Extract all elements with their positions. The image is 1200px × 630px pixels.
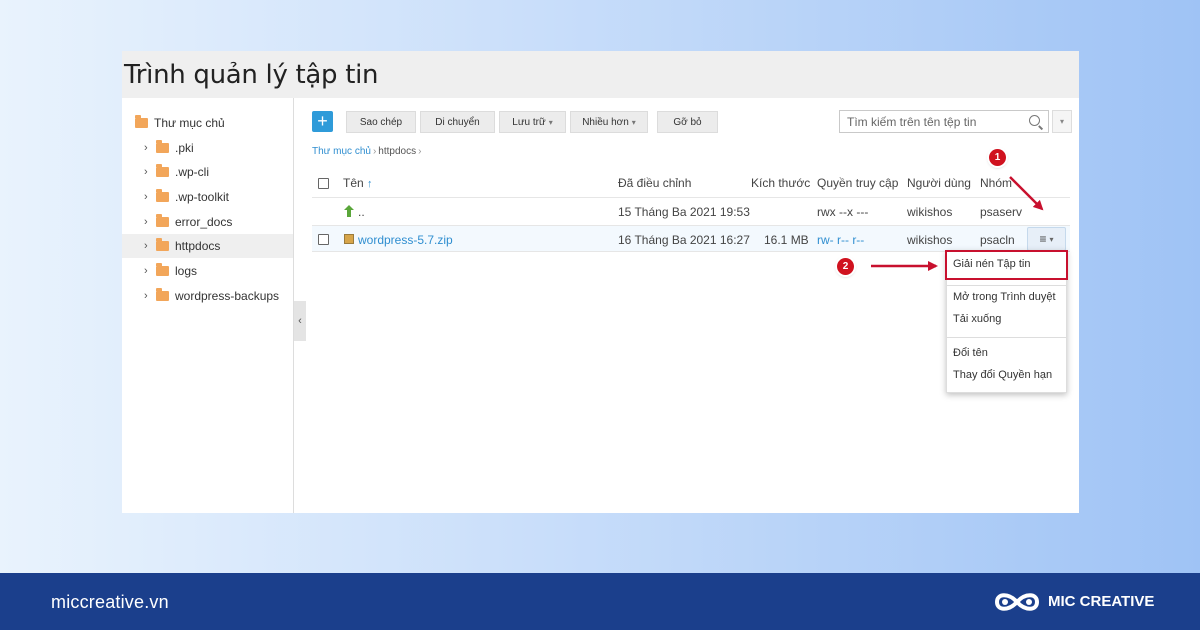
mic-creative-logo-icon bbox=[994, 593, 1040, 611]
annotation-arrows bbox=[871, 176, 1044, 271]
annotation-arrow-1 bbox=[1009, 176, 1044, 211]
footer-url: miccreative.vn bbox=[51, 592, 169, 612]
footer-brand: MIC CREATIVE bbox=[1048, 593, 1155, 610]
file-manager-panel: Trình quản lý tập tin Thư mục chủ › .pki… bbox=[122, 51, 1079, 513]
footer-bar: miccreative.vn MIC CREATIVE bbox=[0, 573, 1200, 630]
annotation-badge-1: 1 bbox=[989, 149, 1006, 166]
annotation-badge-2: 2 bbox=[837, 258, 854, 275]
